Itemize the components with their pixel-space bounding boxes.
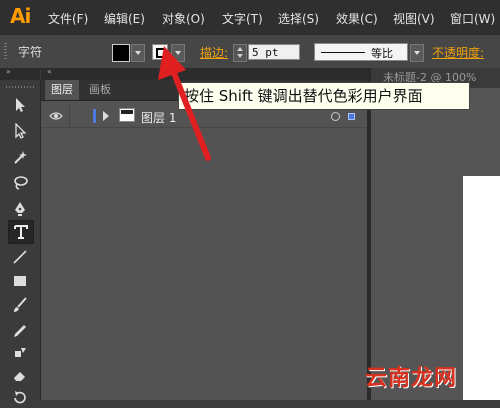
collapse-panel-icon[interactable]: «: [47, 67, 52, 76]
selection-indicator[interactable]: [348, 113, 355, 120]
fill-dropdown-arrow[interactable]: [131, 44, 145, 62]
fill-color-swatch[interactable]: [112, 44, 130, 62]
paintbrush-icon[interactable]: [8, 294, 32, 316]
pencil-icon[interactable]: [8, 320, 32, 342]
menu-type[interactable]: 文字(T): [222, 10, 263, 27]
stroke-weight-field[interactable]: 5 pt: [248, 44, 300, 60]
tools-panel-header[interactable]: »: [0, 67, 40, 80]
menu-bar: Ai 文件(F) 编辑(E) 对象(O) 文字(T) 选择(S) 效果(C) 视…: [0, 0, 500, 34]
opacity-link-label[interactable]: 不透明度:: [432, 44, 484, 61]
pen-icon[interactable]: [8, 198, 32, 220]
profile-dropdown-arrow[interactable]: [410, 44, 424, 62]
document-area: 未标题-2 @ 100%: [371, 68, 500, 400]
collapse-icon[interactable]: »: [6, 67, 11, 76]
control-bar-label: 字符: [18, 45, 43, 59]
profile-line: [321, 52, 365, 53]
rectangle-icon[interactable]: [8, 270, 32, 292]
control-bar: 字符 描边: 5 pt 等比 不透明度:: [0, 34, 500, 69]
eraser-icon[interactable]: [8, 364, 32, 386]
tab-layers[interactable]: 图层: [45, 80, 79, 100]
magic-wand-icon[interactable]: [8, 146, 32, 168]
profile-label: 等比: [371, 47, 393, 60]
menu-edit[interactable]: 编辑(E): [104, 10, 145, 27]
annotation-arrow-icon: [158, 46, 211, 161]
tab-artboards[interactable]: 画板: [83, 80, 117, 100]
variable-width-profile[interactable]: 等比: [314, 43, 408, 61]
visibility-eye-icon[interactable]: [49, 110, 63, 122]
stroke-weight-spinner[interactable]: [233, 44, 247, 62]
selection-icon[interactable]: [8, 94, 32, 116]
tooltip: 按住 Shift 键调出替代色彩用户界面: [178, 82, 470, 110]
rotate-icon[interactable]: [8, 386, 32, 408]
layer-color-indicator: [93, 109, 96, 123]
expand-triangle-icon[interactable]: [103, 111, 109, 121]
panel-gripper[interactable]: [4, 43, 7, 59]
layer-target-icon[interactable]: [331, 112, 340, 121]
app-logo: Ai: [10, 4, 31, 28]
blob-brush-icon[interactable]: [8, 342, 32, 364]
menu-effect[interactable]: 效果(C): [336, 10, 378, 27]
artboard[interactable]: [463, 176, 500, 400]
watermark: 云南龙网: [365, 366, 458, 391]
tools-panel: [0, 80, 41, 404]
menu-select[interactable]: 选择(S): [278, 10, 319, 27]
lasso-icon[interactable]: [8, 172, 32, 194]
menu-window[interactable]: 窗口(W): [450, 10, 495, 27]
direct-selection-icon[interactable]: [8, 120, 32, 142]
tools-gripper[interactable]: [6, 86, 34, 88]
menu-file[interactable]: 文件(F): [48, 10, 88, 27]
column-divider: [69, 105, 70, 127]
line-segment-icon[interactable]: [8, 246, 32, 268]
type-icon[interactable]: [8, 220, 34, 244]
menu-view[interactable]: 视图(V): [393, 10, 435, 27]
menu-object[interactable]: 对象(O): [162, 10, 205, 27]
layer-thumbnail: [119, 108, 135, 122]
